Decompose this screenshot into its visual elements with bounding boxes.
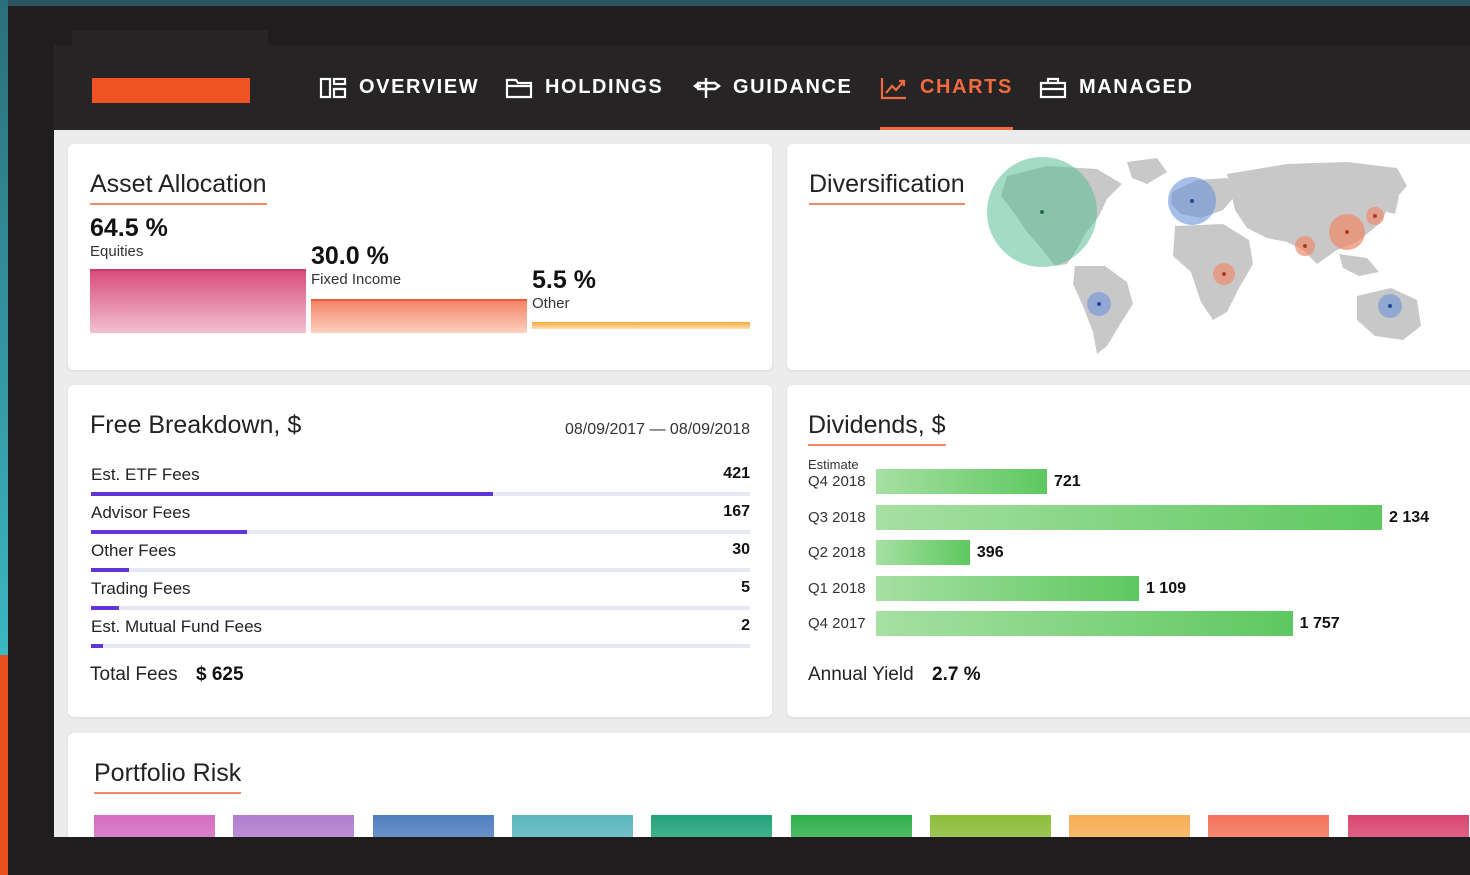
fee-track [91,644,750,648]
dividend-quarter-label: Q4 2018 [808,473,866,490]
dividend-value-label: 2 134 [1389,508,1430,526]
risk-swatch[interactable] [1069,815,1191,837]
top-navbar: OVERVIEW HOLDINGS GUIDANCE CHARTS MANAGE [54,45,1470,130]
fee-value: 30 [732,541,750,558]
nav-item-holdings[interactable]: HOLDINGS [505,45,663,130]
nav-item-label: CHARTS [920,76,1013,98]
fee-value: 167 [723,503,750,520]
fee-bar [91,568,130,572]
risk-swatch[interactable] [233,815,355,837]
fee-label: Est. Mutual Fund Fees [91,617,263,636]
nav-item-label: OVERVIEW [359,76,480,98]
diversification-card: Diversification [787,144,1470,370]
annual-yield-value: 2.7 % [932,664,981,685]
nav-item-label: GUIDANCE [733,76,853,98]
equities-percent: 64.5 % [90,214,168,242]
fixed-income-bar[interactable] [311,299,527,333]
dividend-value-label: 721 [1053,473,1081,490]
fee-label: Other Fees [91,541,177,560]
risk-swatch[interactable] [1208,815,1330,837]
risk-swatch[interactable] [511,815,633,837]
dividend-value-label: 1 109 [1145,579,1186,597]
fixed-income-label: Fixed Income [311,271,402,288]
risk-swatch[interactable] [929,815,1051,837]
folder-icon [505,78,533,98]
risk-swatch[interactable] [1347,815,1469,837]
dividend-quarter-label: Q4 2017 [808,615,866,632]
nav-item-label: HOLDINGS [545,76,664,98]
fee-track [91,568,750,572]
browser-tab[interactable] [72,30,268,45]
annual-yield-label: Annual Yield [808,664,914,685]
fee-value: 5 [741,579,750,596]
estimate-label: Estimate [808,457,859,472]
signpost-icon [693,77,721,98]
equities-label: Equities [90,243,144,260]
diversification-title: Diversification [809,170,965,205]
asset-allocation-title: Asset Allocation [90,170,267,205]
risk-swatch[interactable] [372,815,494,837]
nav-item-overview[interactable]: OVERVIEW [319,45,479,130]
chart-line-icon [880,77,906,99]
fee-date-range[interactable]: 08/09/2017 — 08/09/2018 [565,421,750,439]
overview-icon [319,77,347,98]
nav-item-charts[interactable]: CHARTS [880,45,1013,130]
asset-allocation-card: Asset Allocation 64.5 % Equities 30.0 % … [68,144,772,370]
total-fees-value: $ 625 [196,664,244,685]
dividend-bar[interactable] [876,504,1382,530]
fee-row[interactable]: Est. Mutual Fund Fees 2 [91,617,750,655]
dividend-bar[interactable] [876,575,1139,601]
dividend-bar[interactable] [876,611,1293,636]
fee-bar [91,644,103,648]
fee-breakdown-title: Free Breakdown, $ [90,411,302,439]
nav-item-guidance[interactable]: GUIDANCE [693,45,852,130]
fee-row[interactable]: Trading Fees 5 [91,579,750,617]
total-fees-label: Total Fees [90,664,178,685]
fee-value: 2 [741,617,750,634]
background-edge-teal [0,0,8,655]
portfolio-risk-card: Portfolio Risk [68,733,1470,837]
dividend-value-label: 396 [976,544,1004,561]
dividends-card: Dividends, $ Estimate Q4 2018 721 Q3 2018 2… [787,385,1470,717]
fee-row[interactable]: Est. ETF Fees 421 [91,465,750,503]
brand-logo[interactable] [92,78,250,103]
dividend-bar[interactable] [876,469,1047,494]
nav-item-label: MANAGED [1079,76,1194,98]
fee-bar [91,530,248,534]
briefcase-icon [1039,77,1067,98]
risk-swatch[interactable] [651,815,773,837]
risk-swatch[interactable] [790,815,912,837]
fee-track [91,492,750,496]
fee-bar [91,492,493,496]
fixed-income-percent: 30.0 % [311,242,389,270]
portfolio-risk-title: Portfolio Risk [94,759,242,794]
fee-label: Trading Fees [91,579,191,598]
fee-track [91,530,750,534]
dividends-title: Dividends, $ [808,411,946,446]
dividend-bar[interactable] [876,540,970,565]
dividend-quarter-label: Q1 2018 [808,579,866,597]
risk-swatch[interactable] [94,815,215,837]
fee-row[interactable]: Other Fees 30 [91,541,750,579]
dashboard-app: OVERVIEW HOLDINGS GUIDANCE CHARTS MANAGE [54,45,1470,837]
dividend-quarter-label: Q2 2018 [808,544,866,561]
fee-row[interactable]: Advisor Fees 167 [91,503,750,541]
fee-breakdown-card: Free Breakdown, $ 08/09/2017 — 08/09/201… [68,385,772,717]
world-map[interactable] [987,154,1447,359]
fee-value: 421 [723,465,750,482]
window-top-strip [0,0,1470,6]
background-edge-orange [0,655,8,875]
fee-label: Advisor Fees [91,503,191,522]
dividend-quarter-label: Q3 2018 [808,508,866,526]
nav-item-managed[interactable]: MANAGED [1039,45,1194,130]
fee-track [91,606,750,610]
other-label: Other [532,295,570,312]
other-bar[interactable] [532,322,750,329]
equities-bar[interactable] [90,269,306,333]
other-percent: 5.5 % [532,266,596,294]
dividend-value-label: 1 757 [1299,615,1340,632]
fee-label: Est. ETF Fees [91,465,200,484]
fee-bar [91,606,120,610]
